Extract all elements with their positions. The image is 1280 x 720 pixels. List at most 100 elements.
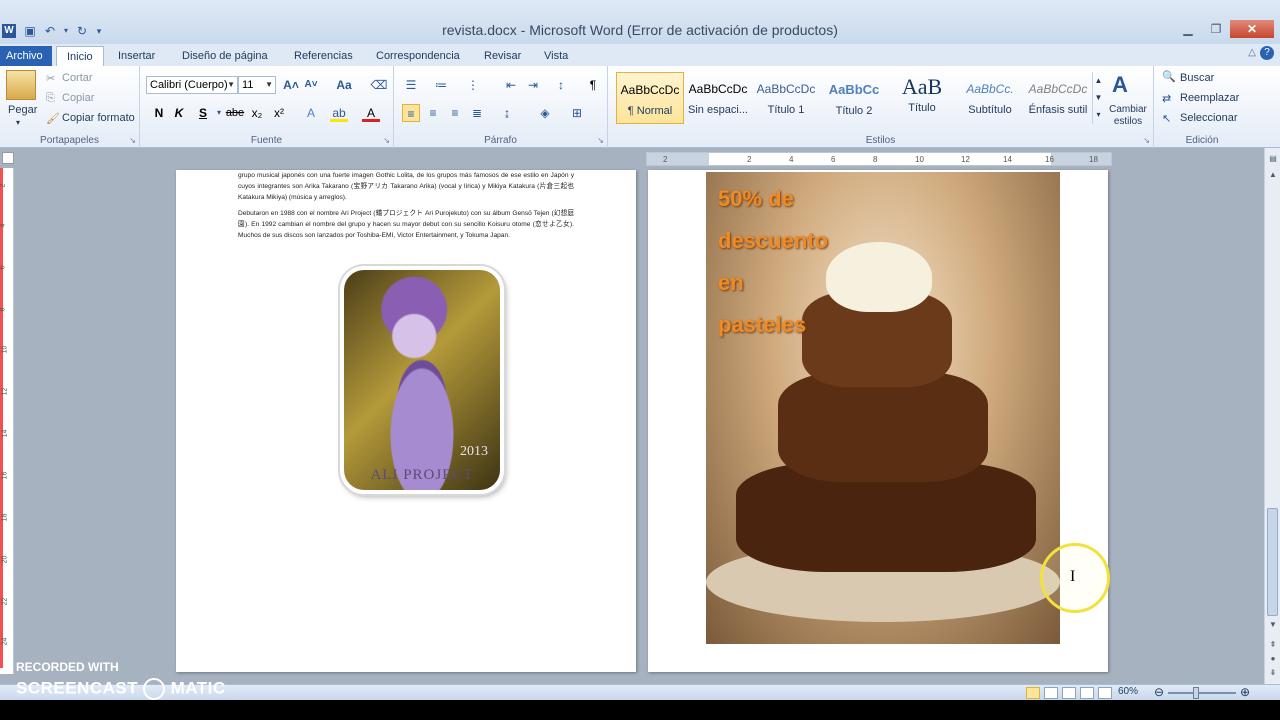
tab-revisar[interactable]: Revisar xyxy=(474,46,531,66)
line-spacing-icon[interactable]: ↨ xyxy=(498,104,516,122)
chevron-down-icon[interactable]: ▼ xyxy=(227,77,235,93)
style-subtitulo[interactable]: AaBbCc. Subtítulo xyxy=(956,72,1024,124)
style-sin-espaciado[interactable]: AaBbCcDc Sin espaci... xyxy=(684,72,752,124)
select-button[interactable]: Seleccionar xyxy=(1180,112,1237,124)
styles-scroll-icon[interactable]: ▲ ▼ ▾ xyxy=(1092,72,1104,124)
tab-selector-icon[interactable] xyxy=(2,152,14,164)
zoom-level[interactable]: 60% xyxy=(1118,686,1138,697)
copy-button[interactable]: Copiar xyxy=(62,92,94,104)
clipboard-launcher-icon[interactable]: ↘ xyxy=(129,136,136,145)
text-effects-icon[interactable]: A xyxy=(302,104,320,122)
scroll-down-icon[interactable]: ▼ xyxy=(1266,618,1280,632)
scroll-up-icon[interactable]: ▲ xyxy=(1266,168,1280,182)
justify-icon[interactable]: ≣ xyxy=(468,104,486,122)
copy-icon[interactable]: ⎘ xyxy=(46,92,55,105)
chocolate-cake-image[interactable]: 50% de descuento en pasteles xyxy=(706,172,1060,644)
body-paragraph[interactable]: grupo musical japonés con una fuerte ima… xyxy=(238,170,574,203)
shrink-font-icon[interactable]: A˅ xyxy=(302,76,320,94)
show-marks-icon[interactable]: ¶ xyxy=(584,76,602,94)
zoom-in-icon[interactable]: ⊕ xyxy=(1240,685,1250,699)
vertical-ruler[interactable]: 2 4 6 8 10 12 14 16 18 20 22 24 xyxy=(0,168,14,674)
help-icon[interactable]: ? xyxy=(1260,46,1274,60)
full-screen-reading-view-icon[interactable] xyxy=(1044,687,1058,699)
italic-button[interactable]: K xyxy=(170,104,188,122)
outline-view-icon[interactable] xyxy=(1080,687,1094,699)
highlight-icon[interactable]: ab xyxy=(330,104,348,122)
bold-button[interactable]: N xyxy=(150,104,168,122)
scrollbar-thumb[interactable] xyxy=(1267,508,1278,616)
draft-view-icon[interactable] xyxy=(1098,687,1112,699)
format-painter-icon[interactable]: 🖌 xyxy=(46,112,60,125)
subscript-button[interactable]: x₂ xyxy=(248,104,266,122)
view-ruler-icon[interactable]: ▤ xyxy=(1266,152,1280,166)
align-left-icon[interactable]: ≡ xyxy=(402,104,420,122)
change-case-icon[interactable]: Aa xyxy=(332,76,356,94)
minimize-ribbon-icon[interactable]: △ xyxy=(1248,47,1256,58)
paste-button[interactable]: Pegar xyxy=(8,104,37,116)
previous-page-icon[interactable]: ⇞ xyxy=(1266,638,1280,652)
horizontal-ruler[interactable]: 2 2 4 6 8 10 12 14 16 18 xyxy=(646,152,1112,166)
style-titulo-2[interactable]: AaBbCc Título 2 xyxy=(820,72,888,124)
styles-launcher-icon[interactable]: ↘ xyxy=(1143,136,1150,145)
change-styles-icon[interactable]: A xyxy=(1112,72,1128,98)
tab-referencias[interactable]: Referencias xyxy=(284,46,363,66)
borders-icon[interactable]: ⊞ xyxy=(568,104,586,122)
tab-correspondencia[interactable]: Correspondencia xyxy=(366,46,470,66)
font-size-combo[interactable]: 11 ▼ xyxy=(238,76,276,94)
superscript-button[interactable]: x² xyxy=(270,104,288,122)
style-titulo[interactable]: AaB Título xyxy=(888,72,956,124)
clear-formatting-icon[interactable]: ⌫ xyxy=(370,76,388,94)
chevron-down-icon[interactable]: ▼ xyxy=(265,77,273,93)
paragraph-launcher-icon[interactable]: ↘ xyxy=(597,136,604,145)
find-button[interactable]: Buscar xyxy=(1180,72,1214,84)
replace-button[interactable]: Reemplazar xyxy=(1180,92,1239,104)
decrease-indent-icon[interactable]: ⇤ xyxy=(502,76,520,94)
close-icon[interactable]: ✕ xyxy=(1230,20,1274,38)
numbering-icon[interactable]: ≔ xyxy=(432,76,450,94)
cut-button[interactable]: Cortar xyxy=(62,72,93,84)
tab-inicio[interactable]: Inicio xyxy=(56,46,104,66)
paste-icon[interactable] xyxy=(6,70,36,100)
font-launcher-icon[interactable]: ↘ xyxy=(383,136,390,145)
web-layout-view-icon[interactable] xyxy=(1062,687,1076,699)
sort-icon[interactable]: ↕ xyxy=(552,76,570,94)
zoom-slider[interactable] xyxy=(1168,692,1236,694)
tab-diseno-de-pagina[interactable]: Diseño de página xyxy=(172,46,278,66)
replace-icon[interactable]: ⇄ xyxy=(1162,92,1171,105)
promo-text[interactable]: 50% de descuento en pasteles xyxy=(718,178,828,346)
font-color-icon[interactable]: A xyxy=(362,104,380,122)
multilevel-list-icon[interactable]: ⋮ xyxy=(464,76,482,94)
vertical-scrollbar[interactable]: ▤ ▲ ▼ ⇞ ● ⇟ xyxy=(1264,148,1280,684)
tab-insertar[interactable]: Insertar xyxy=(108,46,165,66)
shading-icon[interactable]: ◈ xyxy=(536,104,554,122)
align-center-icon[interactable]: ≡ xyxy=(424,104,442,122)
bullets-icon[interactable]: ☰ xyxy=(402,76,420,94)
next-page-icon[interactable]: ⇟ xyxy=(1266,666,1280,680)
maximize-icon[interactable]: ❐ xyxy=(1202,20,1230,38)
change-styles-button[interactable]: Cambiar estilos xyxy=(1106,104,1150,128)
tab-vista[interactable]: Vista xyxy=(534,46,578,66)
paste-dropdown-icon[interactable]: ▾ xyxy=(16,118,20,127)
select-browse-object-icon[interactable]: ● xyxy=(1266,652,1280,666)
ali-project-photo-frame[interactable]: 2013 ALI PROJECT xyxy=(340,266,504,494)
style-enfasis-sutil[interactable]: AaBbCcDc Énfasis sutil xyxy=(1024,72,1092,124)
minimize-icon[interactable]: ▁ xyxy=(1174,20,1202,38)
zoom-slider-thumb[interactable] xyxy=(1193,687,1199,699)
tab-archivo[interactable]: Archivo xyxy=(0,46,52,66)
font-name-combo[interactable]: Calibri (Cuerpo) ▼ xyxy=(146,76,238,94)
increase-indent-icon[interactable]: ⇥ xyxy=(524,76,542,94)
style-normal[interactable]: AaBbCcDc ¶ Normal xyxy=(616,72,684,124)
document-page-1[interactable]: grupo musical japonés con una fuerte ima… xyxy=(176,170,636,672)
cut-icon[interactable]: ✂ xyxy=(46,72,55,85)
find-icon[interactable]: 🔍 xyxy=(1162,70,1176,83)
strikethrough-button[interactable]: abe xyxy=(224,104,246,122)
align-right-icon[interactable]: ≡ xyxy=(446,104,464,122)
select-icon[interactable]: ↖ xyxy=(1162,112,1171,125)
document-page-2[interactable]: 50% de descuento en pasteles xyxy=(648,170,1108,672)
style-titulo-1[interactable]: AaBbCcDc Título 1 xyxy=(752,72,820,124)
body-paragraph[interactable]: Debutaron en 1988 con el nombre Ari Proj… xyxy=(238,208,574,241)
print-layout-view-icon[interactable] xyxy=(1026,687,1040,699)
zoom-out-icon[interactable]: ⊖ xyxy=(1154,685,1164,699)
grow-font-icon[interactable]: A˄ xyxy=(282,76,300,94)
format-painter-button[interactable]: Copiar formato xyxy=(62,112,135,124)
